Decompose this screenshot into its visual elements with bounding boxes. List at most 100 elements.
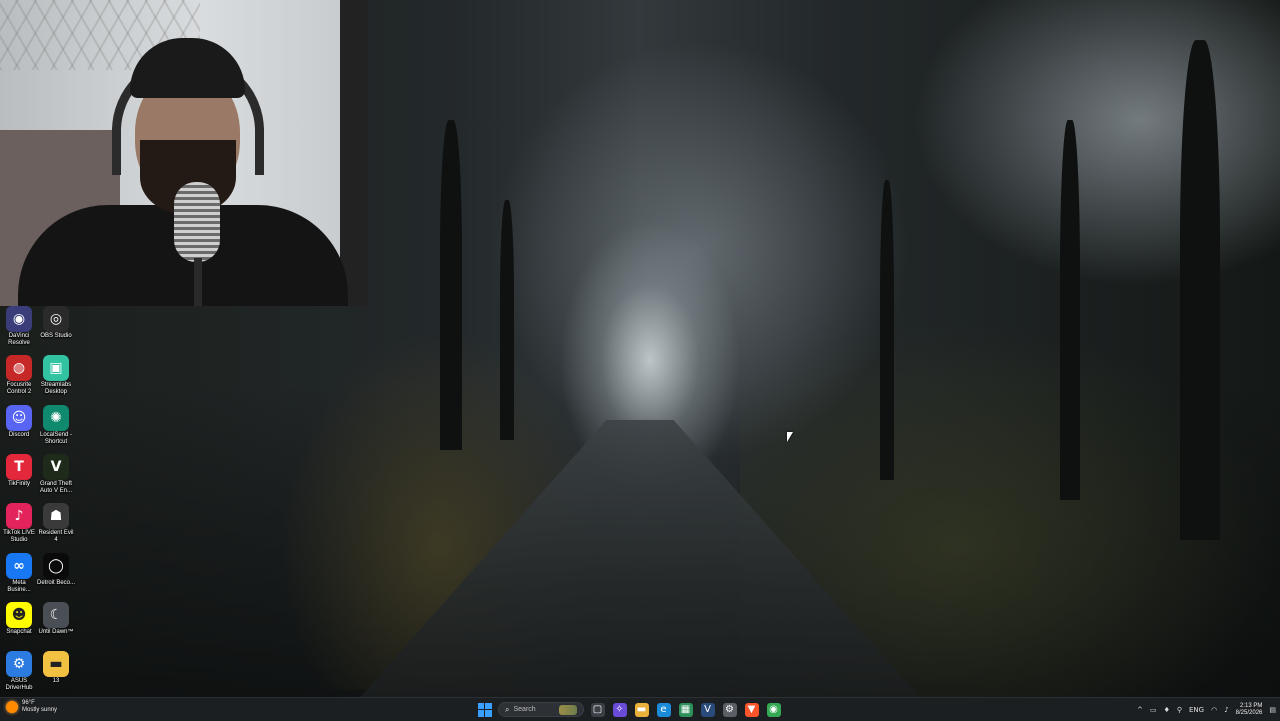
system-tray: ^ ▭ ♦ ⚲ ENG ◠ ♪ 2:13 PM 8/25/2026 ▤	[1137, 700, 1276, 719]
webcam-overlay	[0, 0, 368, 306]
clock-date: 8/25/2026	[1235, 709, 1263, 716]
store-icon: ▦	[678, 702, 693, 717]
taskbar-settings-button[interactable]: ⚙	[721, 701, 738, 718]
taskbar-center: ⌕ Search ▢ ✧ ▬ e ▦ V ⚙ ▼ ◉	[476, 700, 782, 719]
desktop-icon[interactable]: ◎ OBS Studio	[37, 304, 75, 352]
microphone-icon[interactable]: ♦	[1164, 706, 1170, 714]
desktop-icon-label: Grand Theft Auto V En...	[39, 480, 73, 494]
taskbar: 96°F Mostly sunny ⌕ Search ▢ ✧ ▬ e ▦ V ⚙ ▼ ◉ ^ ▭…	[0, 697, 1280, 721]
davinci-resolve-icon: ◉	[6, 306, 32, 332]
tiktok-live-icon: ♪	[6, 503, 32, 530]
desktop-icon[interactable]: V Grand Theft Auto V En...	[37, 452, 75, 500]
desktop-icon-label: 13	[52, 678, 60, 685]
desktop-icon[interactable]: T TikFinity	[0, 452, 38, 500]
weather-temperature: 96°F	[22, 700, 35, 706]
desktop-icon-label: TikTok LIVE Studio	[3, 530, 35, 544]
taskbar-clock[interactable]: 2:13 PM 8/25/2026	[1236, 703, 1263, 717]
desktop-icon-label: OBS Studio	[40, 333, 72, 339]
desktop-icon[interactable]: ✺ LocalSend - Shortcut	[37, 403, 75, 451]
chrome-icon: ◉	[766, 702, 781, 717]
taskbar-chrome-button[interactable]: ◉	[765, 701, 782, 718]
wallpaper-tree	[880, 180, 894, 480]
desktop-icon-label: Resident Evil 4	[38, 530, 74, 544]
clock-time: 2:13 PM	[1240, 702, 1263, 709]
show-hidden-icons-chevron-icon[interactable]: ^	[1137, 706, 1143, 714]
desktop-icon-label: DaVinci Resolve	[8, 333, 30, 346]
gta-v-icon: V	[43, 453, 69, 480]
taskbar-search-box[interactable]: ⌕ Search	[498, 702, 584, 717]
wallpaper-tree	[1180, 40, 1220, 540]
desktop-icon[interactable]: ☺ Discord	[0, 403, 38, 451]
desktop-icon-label: Streamlabs Desktop	[40, 382, 72, 396]
desktop-icon-label: Snapchat	[6, 628, 32, 635]
taskbar-task-view-button[interactable]: ▢	[589, 701, 606, 718]
desktop-icon[interactable]: ☻ Snapchat	[0, 600, 38, 648]
tikfinity-icon: T	[6, 453, 32, 480]
desktop-icon[interactable]: ▬ 13	[37, 649, 75, 697]
sun-icon	[6, 701, 18, 713]
desktop-icon[interactable]: ☗ Resident Evil 4	[37, 501, 75, 549]
desktop-icon[interactable]: ♪ TikTok LIVE Studio	[0, 501, 38, 549]
webcam-mic-arm	[194, 258, 202, 306]
edge-icon: e	[656, 702, 671, 717]
webcam-door-edge	[340, 0, 368, 306]
network-icon[interactable]: ▭	[1150, 706, 1157, 714]
desktop-icon-label: LocalSend - Shortcut	[39, 431, 73, 445]
desktop-icon[interactable]: ⚙ ASUS DriverHub	[0, 649, 38, 697]
taskbar-microsoft-store-button[interactable]: ▦	[677, 701, 694, 718]
until-dawn-icon: ☾	[43, 601, 69, 628]
wallpaper-tree	[1060, 120, 1080, 500]
resident-evil-icon: ☗	[43, 503, 69, 530]
weather-widget[interactable]: 96°F Mostly sunny	[6, 700, 57, 714]
search-icon: ⌕	[505, 704, 510, 714]
start-button[interactable]	[476, 701, 493, 718]
taskbar-copilot-button[interactable]: ✧	[611, 701, 628, 718]
localsend-icon: ✺	[43, 404, 69, 431]
mouse-cursor-icon	[787, 432, 793, 442]
language-indicator[interactable]: ENG	[1189, 706, 1204, 714]
search-highlight-image	[559, 704, 577, 715]
desktop-icon-label: Meta Busine...	[7, 579, 31, 593]
taskbar-edge-button[interactable]: e	[655, 701, 672, 718]
webcam-microphone	[174, 182, 220, 262]
desktop-icon-label: ASUS DriverHub	[5, 678, 33, 692]
desktop-icon[interactable]: ∞ Meta Busine...	[0, 551, 38, 599]
desktop-icon-label: TikFinity	[7, 480, 31, 487]
obs-studio-icon: ◎	[43, 306, 69, 332]
desktop-icon-label: Focusrite Control 2	[6, 382, 32, 396]
focusrite-icon: ◍	[6, 355, 32, 382]
task-view-icon: ▢	[590, 702, 605, 717]
notifications-icon[interactable]: ▤	[1269, 706, 1276, 714]
copilot-icon: ✧	[612, 702, 627, 717]
asus-driverhub-icon: ⚙	[6, 651, 32, 678]
desktop-icon-label: Until Dawn™	[38, 628, 74, 635]
search-placeholder: Search	[513, 706, 536, 713]
weather-description: Mostly sunny	[22, 707, 58, 713]
desktop-icon[interactable]: ◉ DaVinci Resolve	[0, 304, 38, 352]
wallpaper-tree	[500, 200, 514, 440]
brave-icon: ▼	[744, 702, 759, 717]
volume-icon[interactable]: ♪	[1224, 706, 1228, 714]
wifi-icon[interactable]: ◠	[1211, 706, 1217, 714]
desktop-icon[interactable]: ◍ Focusrite Control 2	[0, 353, 38, 401]
settings-icon: ⚙	[722, 702, 737, 717]
wallpaper-tree	[440, 120, 462, 450]
file-explorer-icon: ▬	[634, 702, 649, 717]
snapchat-icon: ☻	[6, 601, 32, 628]
usb-icon[interactable]: ⚲	[1177, 706, 1182, 714]
desktop-icon-label: Discord	[8, 431, 30, 438]
desktop-icon-label: Detroit Beco...	[37, 579, 76, 586]
detroit-icon: ◯	[43, 552, 69, 579]
taskbar-file-explorer-button[interactable]: ▬	[633, 701, 650, 718]
v-app-icon: V	[700, 702, 715, 717]
desktop-icon[interactable]: ◯ Detroit Beco...	[37, 551, 75, 599]
meta-business-icon: ∞	[6, 552, 32, 579]
desktop-icon[interactable]: ☾ Until Dawn™	[37, 600, 75, 648]
taskbar-vectorize-button[interactable]: V	[699, 701, 716, 718]
windows-logo-icon	[477, 702, 492, 717]
streamlabs-icon: ▣	[43, 355, 69, 382]
folder-icon: ▬	[43, 651, 69, 678]
discord-icon: ☺	[6, 404, 32, 431]
desktop-icon[interactable]: ▣ Streamlabs Desktop	[37, 353, 75, 401]
taskbar-brave-button[interactable]: ▼	[743, 701, 760, 718]
